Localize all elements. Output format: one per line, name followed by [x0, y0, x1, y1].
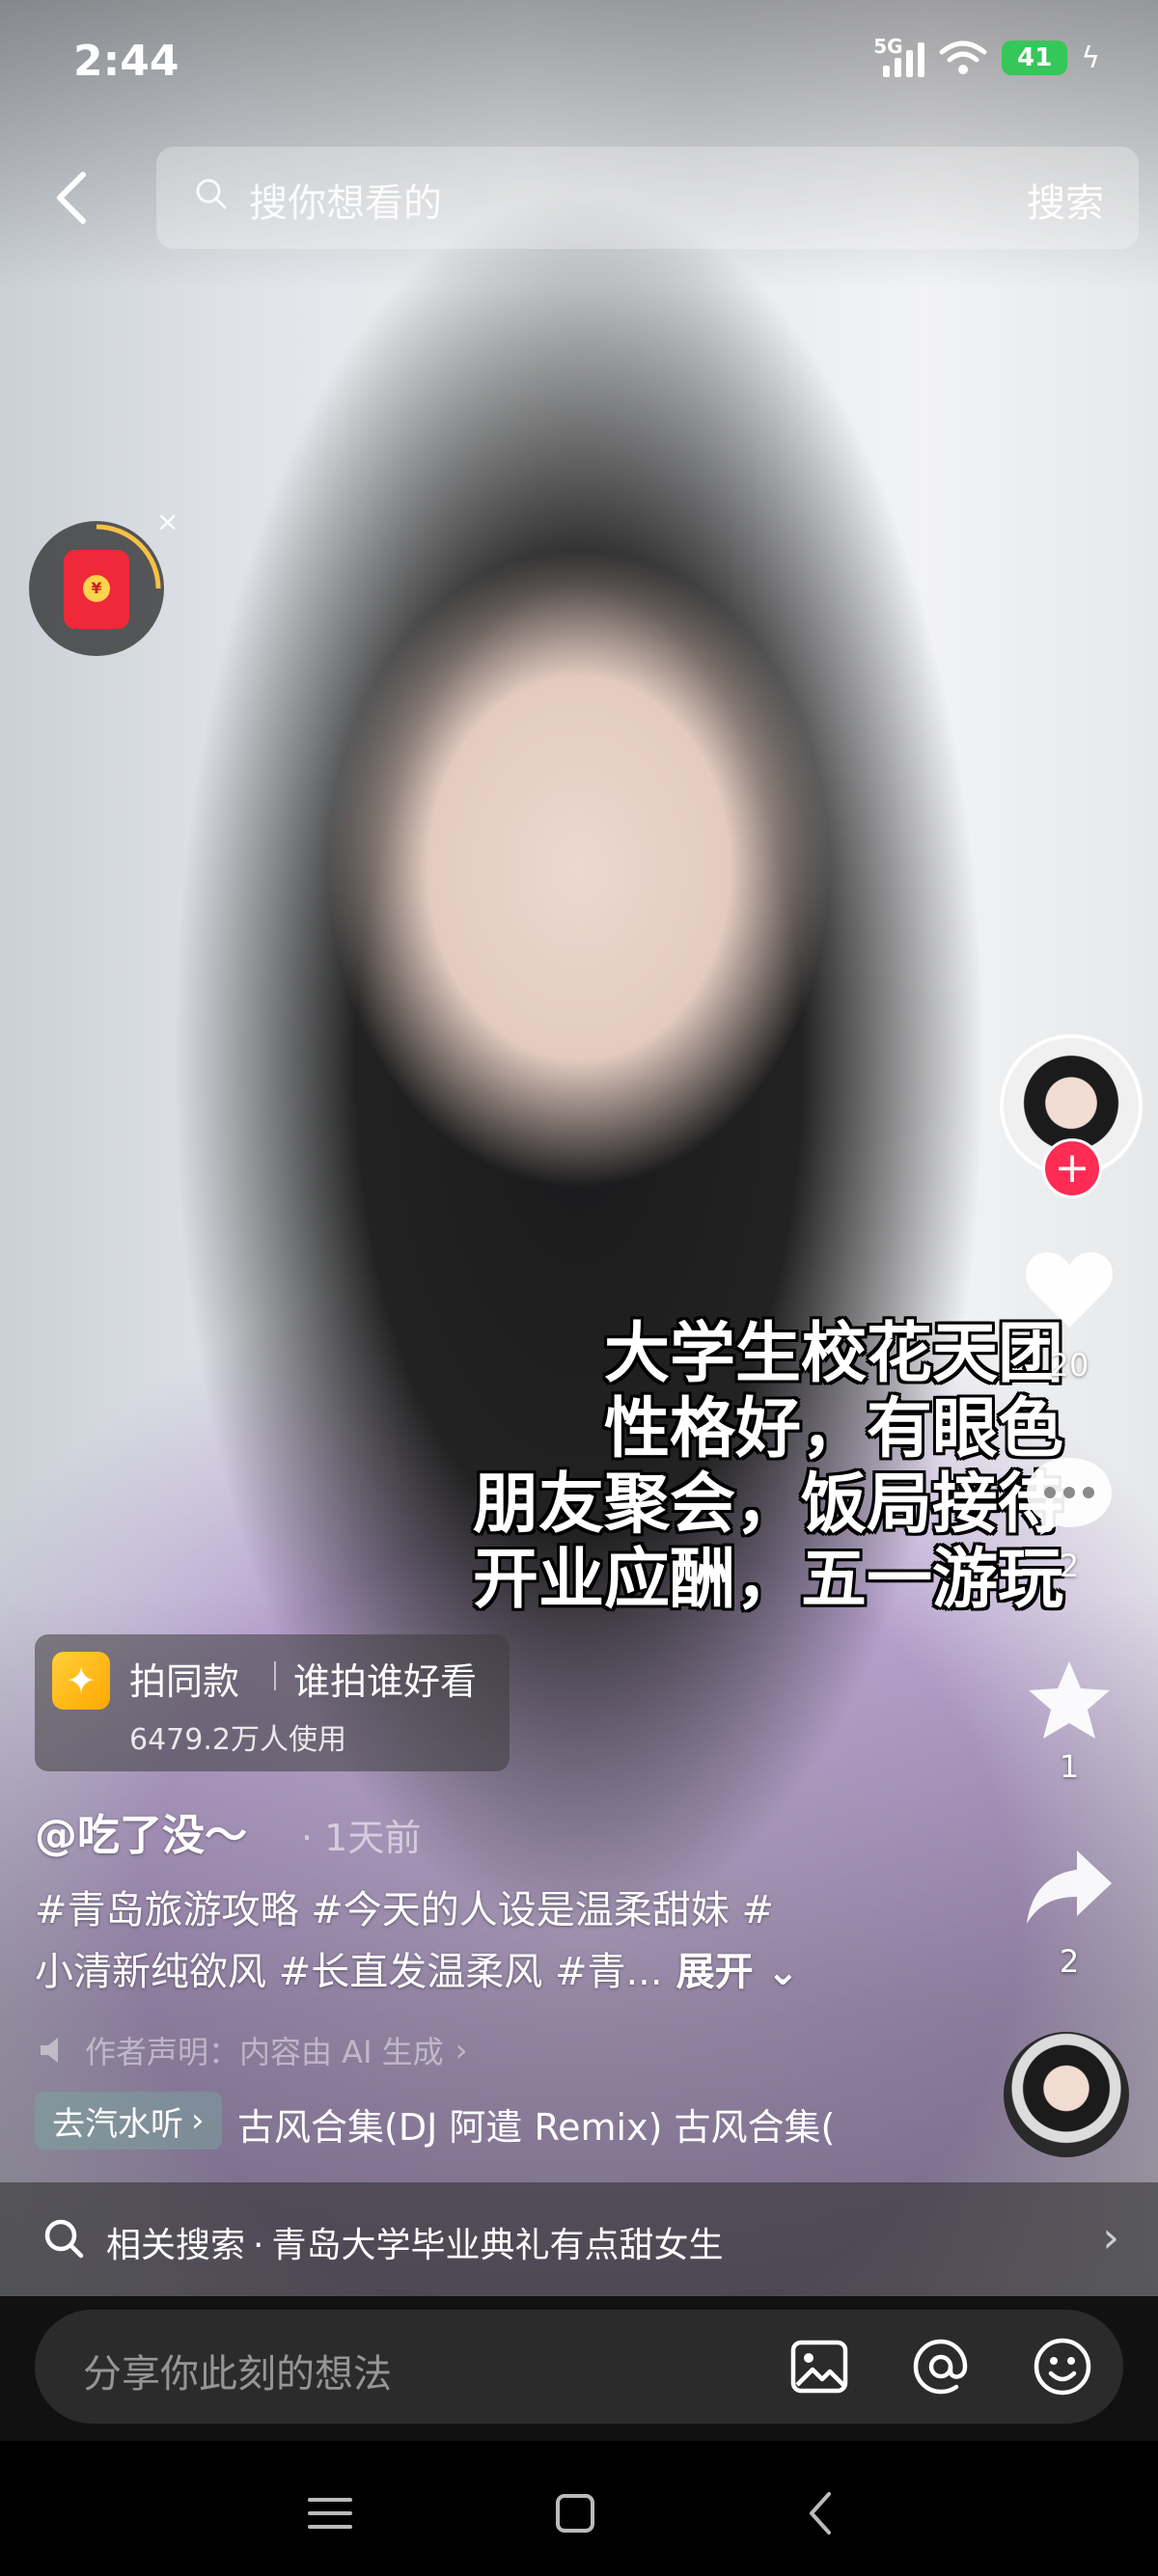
- comment-button[interactable]: [1021, 1447, 1117, 1544]
- red-packet-widget[interactable]: ¥: [29, 521, 164, 656]
- overlay-line: 朋友聚会，饭局接待: [472, 1466, 1063, 1543]
- post-time: · 1天前: [301, 1817, 422, 1859]
- menu-icon: [308, 2498, 352, 2529]
- related-search-text: 相关搜索 · 青岛大学毕业典礼有点甜女生: [106, 2226, 724, 2265]
- image-icon[interactable]: [787, 2335, 851, 2398]
- overlay-line: 大学生校花天团: [603, 1316, 1063, 1392]
- status-indicators: 5G 41 ϟ: [873, 35, 1100, 77]
- effect-name: 拍同款: [129, 1660, 240, 1703]
- speaker-icon: [41, 2038, 58, 2063]
- at-mention-icon[interactable]: [909, 2335, 973, 2398]
- coin-icon: ¥: [83, 575, 110, 602]
- search-placeholder: 搜你想看的: [249, 181, 442, 226]
- chevron-right-icon: ›: [191, 2101, 205, 2140]
- sparkle-icon: ✦: [52, 1652, 110, 1710]
- search-icon: [196, 178, 227, 209]
- chevron-right-icon: ›: [1102, 2213, 1119, 2262]
- comment-area: 分享你此刻的想法: [0, 2296, 1158, 2441]
- related-search-bar[interactable]: 相关搜索 · 青岛大学毕业典礼有点甜女生 ›: [0, 2182, 1158, 2296]
- music-title: 古风合集(DJ 阿遣 Remix) 古风合集(: [237, 2106, 836, 2149]
- menu-nav-button[interactable]: [291, 2480, 369, 2547]
- like-button[interactable]: [1021, 1241, 1117, 1337]
- overlay-line: 性格好，有眼色: [603, 1391, 1063, 1467]
- back-button[interactable]: [42, 164, 100, 232]
- status-time: 2:44: [73, 37, 179, 86]
- like-count: 20: [1049, 1347, 1089, 1384]
- music-row[interactable]: 去汽水听 › 古风合集(DJ 阿遣 Remix) 古风合集(: [35, 2092, 903, 2153]
- video-overlay-text: 大学生校花天团 性格好，有眼色 朋友聚会，饭局接待 开业应酬，五一游玩: [473, 1317, 1063, 1618]
- favorite-count: 1: [1059, 1748, 1080, 1785]
- search-input[interactable]: 搜你想看的 搜索: [156, 147, 1139, 249]
- share-button[interactable]: [1021, 1839, 1117, 1935]
- music-disc[interactable]: [1004, 2032, 1129, 2157]
- network-type: 5G: [873, 35, 903, 58]
- star-icon: [1029, 1661, 1110, 1739]
- chevron-right-icon: ›: [455, 2032, 468, 2069]
- music-chip-label: 去汽水听: [52, 2104, 183, 2144]
- signal-icon: 5G: [873, 35, 925, 77]
- emoji-icon[interactable]: [1031, 2335, 1094, 2398]
- caption-line: #青岛旅游攻略 #今天的人设是温柔甜妹 #: [35, 1888, 774, 1932]
- share-count: 2: [1059, 1943, 1080, 1980]
- effect-usage: 6479.2万人使用: [129, 1723, 346, 1757]
- chevron-left-icon: [57, 172, 86, 224]
- caption-line-2: 小清新纯欲风 #长直发温柔风 #青... 展开 ⌄: [35, 1941, 903, 2003]
- red-envelope-icon: ¥: [64, 550, 129, 629]
- effect-chip[interactable]: ✦ 拍同款 谁拍谁好看 6479.2万人使用: [35, 1634, 510, 1771]
- listen-in-qishui-button[interactable]: 去汽水听 ›: [35, 2092, 222, 2150]
- chevron-left-icon: [810, 2492, 831, 2535]
- close-icon[interactable]: ×: [156, 506, 179, 537]
- search-icon: [44, 2219, 84, 2259]
- author-name[interactable]: @吃了没～: [35, 1800, 247, 1862]
- ai-note-text: 作者声明：内容由 AI 生成: [85, 2034, 444, 2070]
- ai-declaration[interactable]: 作者声明：内容由 AI 生成 ›: [39, 2028, 467, 2072]
- post-caption[interactable]: #青岛旅游攻略 #今天的人设是温柔甜妹 # 小清新纯欲风 #长直发温柔风 #青.…: [35, 1879, 903, 2003]
- comment-placeholder: 分享你此刻的想法: [83, 2352, 392, 2397]
- app-root: 2:44 5G 41 ϟ 搜你想看的 搜索 ¥ × 大学生校花天团 性格好，有眼…: [0, 0, 1158, 2576]
- search-button[interactable]: 搜索: [1027, 172, 1104, 228]
- system-nav-bar: [0, 2441, 1158, 2576]
- effect-divider: [274, 1661, 276, 1690]
- charging-icon: ϟ: [1081, 41, 1100, 75]
- home-nav-button[interactable]: [537, 2480, 614, 2547]
- square-icon: [556, 2494, 594, 2533]
- follow-button[interactable]: +: [1042, 1138, 1102, 1198]
- share-icon: [1027, 1850, 1112, 1924]
- effect-desc: 谁拍谁好看: [293, 1660, 478, 1703]
- comment-count: 2: [1059, 1548, 1080, 1584]
- heart-icon: [1026, 1252, 1113, 1328]
- favorite-button[interactable]: [1021, 1652, 1117, 1748]
- caption-text: 小清新纯欲风 #长直发温柔风 #青...: [35, 1950, 663, 1994]
- wifi-icon: [939, 41, 987, 74]
- overlay-line: 开业应酬，五一游玩: [472, 1542, 1063, 1618]
- battery-indicator: 41: [1002, 41, 1068, 75]
- back-nav-button[interactable]: [782, 2480, 859, 2547]
- comment-icon: [1027, 1458, 1112, 1535]
- status-bar: 2:44 5G 41 ϟ: [0, 0, 1158, 125]
- comment-input[interactable]: 分享你此刻的想法: [35, 2310, 1123, 2424]
- expand-button[interactable]: 展开 ⌄: [676, 1950, 799, 1994]
